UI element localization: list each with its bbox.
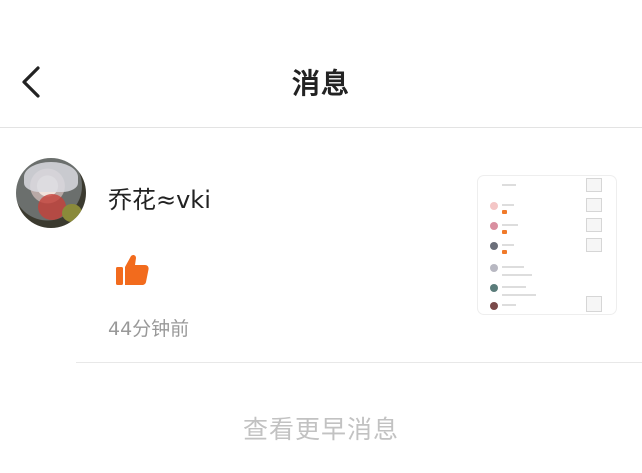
username[interactable]: 乔花≈vki xyxy=(108,180,211,215)
thumbs-up-icon xyxy=(114,252,150,288)
view-earlier-messages-link[interactable]: 查看更早消息 xyxy=(0,410,642,446)
message-item[interactable]: 乔花≈vki 44分钟前 xyxy=(0,128,642,362)
page-title: 消息 xyxy=(291,67,350,100)
post-thumbnail[interactable] xyxy=(478,176,616,314)
avatar[interactable] xyxy=(16,158,86,228)
item-divider xyxy=(76,362,642,363)
timestamp: 44分钟前 xyxy=(108,318,190,340)
header: 消息 xyxy=(0,0,642,128)
